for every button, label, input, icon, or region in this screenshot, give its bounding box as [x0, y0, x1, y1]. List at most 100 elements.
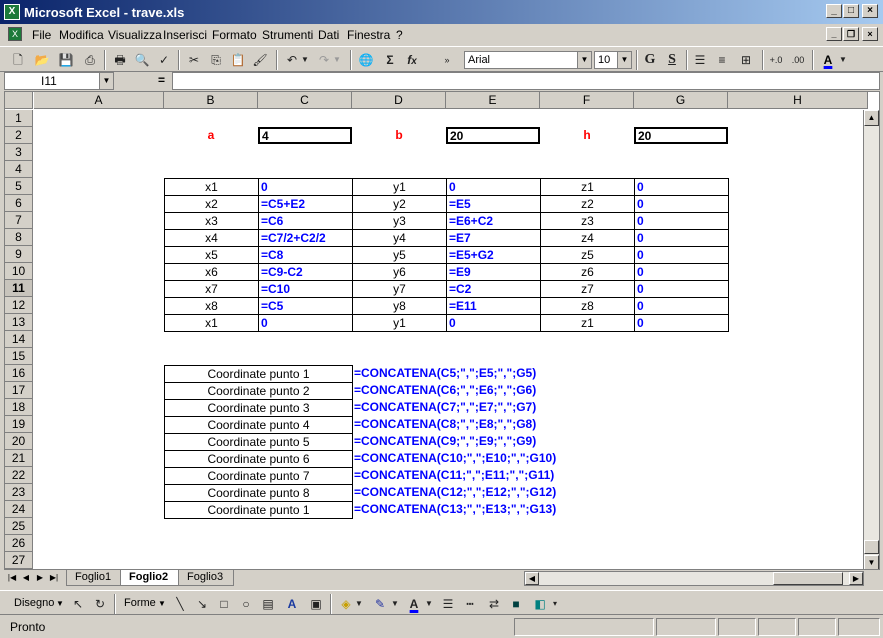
menu-item-0[interactable]: File [32, 28, 51, 42]
redo-dropdown-icon[interactable]: ▼ [332, 50, 342, 70]
table-cell[interactable]: z1 [540, 178, 635, 196]
coord-formula-cell[interactable]: =CONCATENA(C10;",";E10;",";G10) [352, 450, 556, 467]
vertical-scroll-thumb[interactable] [864, 540, 879, 554]
clipart-icon[interactable]: ▣ [306, 594, 326, 614]
table-cell[interactable]: 0 [634, 178, 729, 196]
table-cell[interactable]: y2 [352, 195, 447, 213]
draw-font-color-icon[interactable]: A [404, 594, 424, 614]
table-cell[interactable]: 0 [446, 178, 541, 196]
coord-label-cell[interactable]: Coordinate punto 4 [164, 416, 353, 434]
row-header-23[interactable]: 23 [5, 484, 33, 501]
table-cell[interactable]: y1 [352, 314, 447, 332]
coord-formula-cell[interactable]: =CONCATENA(C9;",";E9;",";G9) [352, 433, 536, 450]
underline-button[interactable]: S [662, 50, 682, 70]
align-left-icon[interactable]: ☰ [690, 50, 710, 70]
coord-formula-cell[interactable]: =CONCATENA(C13;",";E13;",";G13) [352, 501, 556, 518]
horizontal-scroll-thumb[interactable] [773, 572, 843, 585]
row-header-14[interactable]: 14 [5, 331, 33, 348]
undo-dropdown-icon[interactable]: ▼ [300, 50, 310, 70]
column-header-e[interactable]: E [446, 92, 540, 109]
doc-close-button[interactable]: × [862, 27, 878, 41]
font-color-dropdown-icon[interactable]: ▼ [838, 50, 848, 70]
oval-icon[interactable]: ○ [236, 594, 256, 614]
table-cell[interactable]: z7 [540, 280, 635, 298]
3d-icon[interactable]: ◧ [530, 594, 550, 614]
coord-formula-cell[interactable]: =CONCATENA(C6;",";E6;",";G6) [352, 382, 536, 399]
shadow-icon[interactable]: ■ [506, 594, 526, 614]
table-cell[interactable]: y8 [352, 297, 447, 315]
coord-formula-cell[interactable]: =CONCATENA(C12;",";E12;",";G12) [352, 484, 556, 501]
copy-icon[interactable]: ⎘ [206, 50, 226, 70]
chevron-down-icon[interactable]: ▼ [99, 73, 113, 89]
autoshapes-menu-button[interactable]: Forme [124, 597, 156, 609]
spelling-icon[interactable]: ✓ [154, 50, 174, 70]
coord-formula-cell[interactable]: =CONCATENA(C7;",";E7;",";G7) [352, 399, 536, 416]
column-header-f[interactable]: F [540, 92, 634, 109]
last-sheet-icon[interactable]: ▶| [48, 571, 60, 585]
table-cell[interactable]: z8 [540, 297, 635, 315]
row-header-11[interactable]: 11 [5, 280, 33, 297]
row-header-22[interactable]: 22 [5, 467, 33, 484]
new-icon[interactable]: 🗋 [8, 50, 28, 70]
column-header-b[interactable]: B [164, 92, 258, 109]
font-color-icon[interactable]: A [818, 50, 838, 70]
table-cell[interactable]: y5 [352, 246, 447, 264]
coord-formula-cell[interactable]: =CONCATENA(C8;",";E8;",";G8) [352, 416, 536, 433]
table-cell[interactable]: =C2 [446, 280, 541, 298]
table-cell[interactable]: x6 [164, 263, 259, 281]
table-cell[interactable]: =E5+G2 [446, 246, 541, 264]
column-header-d[interactable]: D [352, 92, 446, 109]
table-cell[interactable]: x1 [164, 178, 259, 196]
table-cell[interactable]: y4 [352, 229, 447, 247]
table-cell[interactable]: 0 [258, 314, 353, 332]
scroll-right-icon[interactable]: ▶ [849, 572, 863, 585]
autosum-icon[interactable]: Σ [380, 50, 400, 70]
table-cell[interactable]: =E6+C2 [446, 212, 541, 230]
chevron-down-icon[interactable]: ▼ [56, 599, 64, 608]
table-cell[interactable]: 0 [634, 297, 729, 315]
param-value-h[interactable]: 20 [634, 127, 728, 144]
prev-sheet-icon[interactable]: ◀ [20, 571, 32, 585]
rectangle-icon[interactable]: □ [214, 594, 234, 614]
table-cell[interactable]: =C5+E2 [258, 195, 353, 213]
table-cell[interactable]: z6 [540, 263, 635, 281]
table-cell[interactable]: z1 [540, 314, 635, 332]
doc-minimize-button[interactable]: _ [826, 27, 842, 41]
formula-equals-label[interactable]: = [158, 73, 165, 87]
wordart-icon[interactable]: A [282, 594, 302, 614]
minimize-button[interactable]: _ [826, 4, 842, 18]
menu-item-2[interactable]: Visualizza [108, 28, 162, 42]
line-color-dropdown-icon[interactable]: ▼ [390, 594, 400, 614]
table-cell[interactable]: 0 [634, 195, 729, 213]
row-header-27[interactable]: 27 [5, 552, 33, 569]
menu-item-8[interactable]: ? [396, 28, 403, 42]
row-header-4[interactable]: 4 [5, 161, 33, 178]
row-header-2[interactable]: 2 [5, 127, 33, 144]
chevron-down-icon[interactable]: ▼ [617, 52, 631, 68]
toolbar-options-icon[interactable]: » [440, 50, 454, 70]
table-cell[interactable]: 0 [258, 178, 353, 196]
table-cell[interactable]: 0 [634, 246, 729, 264]
chevron-down-icon[interactable]: ▼ [577, 52, 591, 68]
align-center-icon[interactable]: ≡ [712, 50, 732, 70]
maximize-button[interactable]: □ [843, 4, 859, 18]
table-cell[interactable]: x8 [164, 297, 259, 315]
menu-item-3[interactable]: Inserisci [163, 28, 207, 42]
menu-item-5[interactable]: Strumenti [262, 28, 313, 42]
sheet-tab-foglio3[interactable]: Foglio3 [178, 570, 234, 586]
horizontal-scrollbar[interactable]: ◀ ▶ [524, 571, 864, 586]
table-cell[interactable]: z3 [540, 212, 635, 230]
coord-label-cell[interactable]: Coordinate punto 5 [164, 433, 353, 451]
permission-icon[interactable]: ⎙ [80, 50, 100, 70]
merge-center-icon[interactable]: ⊞ [736, 50, 756, 70]
column-header-c[interactable]: C [258, 92, 352, 109]
coord-label-cell[interactable]: Coordinate punto 3 [164, 399, 353, 417]
row-header-21[interactable]: 21 [5, 450, 33, 467]
row-header-1[interactable]: 1 [5, 110, 33, 127]
table-cell[interactable]: z2 [540, 195, 635, 213]
line-style-icon[interactable]: ☰ [438, 594, 458, 614]
row-header-5[interactable]: 5 [5, 178, 33, 195]
vertical-scrollbar[interactable]: ▲ ▼ [863, 110, 879, 569]
row-header-26[interactable]: 26 [5, 535, 33, 552]
menu-item-6[interactable]: Dati [318, 28, 339, 42]
